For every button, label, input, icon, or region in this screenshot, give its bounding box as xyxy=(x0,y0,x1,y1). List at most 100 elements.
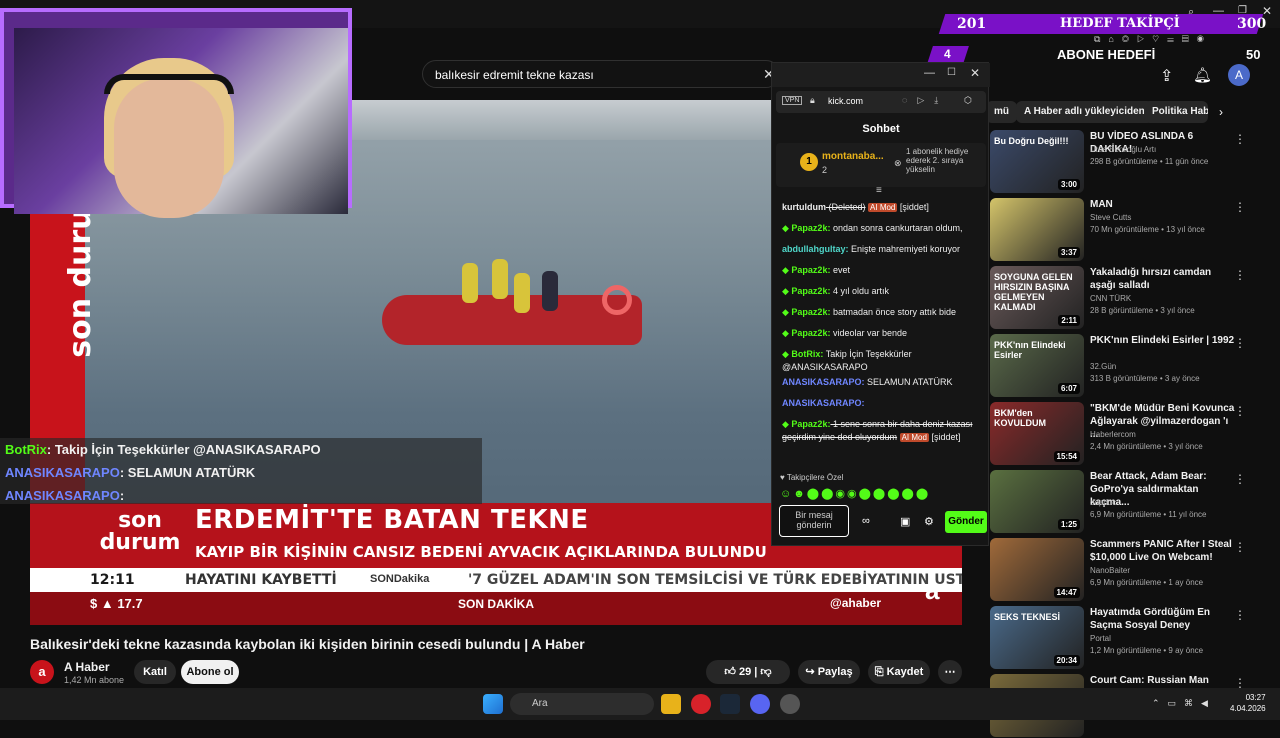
rec-item[interactable]: 1:25 Bear Attack, Adam Bear: GoPro'ya sal… xyxy=(990,470,1270,534)
file-explorer-icon[interactable] xyxy=(661,694,681,714)
clock[interactable]: 03:27 4.04.2026 xyxy=(1230,692,1266,714)
ai-mod-badge: AI Mod xyxy=(899,433,929,442)
chat-username[interactable]: Papaz2k: xyxy=(791,419,830,429)
app-icon[interactable] xyxy=(780,694,800,714)
rec-thumbnail[interactable]: BKM'den KOVULDUM 15:54 xyxy=(990,402,1084,465)
filter-icon[interactable]: ≡ xyxy=(876,185,882,196)
upload-icon[interactable]: ⇪ xyxy=(1160,66,1173,86)
save-button[interactable]: ⎘ Kaydet xyxy=(868,660,930,684)
maximize-icon[interactable]: ☐ xyxy=(947,67,956,78)
more-icon[interactable]: ⋮ xyxy=(1234,608,1246,622)
rec-channel[interactable]: dopdoc xyxy=(1090,498,1116,507)
rec-channel[interactable]: Portal xyxy=(1090,634,1111,643)
chat-username[interactable]: Papaz2k: xyxy=(791,265,830,275)
webcam-frame xyxy=(0,8,352,218)
emote-icon[interactable]: ∞ xyxy=(862,515,870,527)
more-icon[interactable]: ⋮ xyxy=(1234,336,1246,350)
gift-leaderboard[interactable]: 1 montanaba... 2 ⊗ 1 abonelik hediye ede… xyxy=(776,143,986,187)
rec-title[interactable]: MAN xyxy=(1090,198,1235,211)
chat-username[interactable]: Papaz2k: xyxy=(791,286,830,296)
channel-avatar[interactable]: a xyxy=(30,660,54,684)
chat-username[interactable]: ANASIKASARAPO: xyxy=(782,377,865,387)
gift-icon: ⊗ xyxy=(894,158,902,168)
more-icon[interactable]: ⋮ xyxy=(1234,472,1246,486)
rec-item[interactable]: Bu Doğru Değil!!! 3:00 BU VİDEO ASLINDA 6 … xyxy=(990,130,1270,194)
more-icon[interactable]: ⋮ xyxy=(1234,200,1246,214)
rec-title[interactable]: Scammers PANIC After I Steal $10,000 Liv… xyxy=(1090,538,1235,564)
chip-filter[interactable]: mü xyxy=(986,101,1017,123)
join-button[interactable]: Katıl xyxy=(134,660,176,684)
rec-title[interactable]: PKK'nın Elindeki Esirler | 1992 xyxy=(1090,334,1235,347)
chat-username[interactable]: kurtuldum xyxy=(782,202,826,212)
thumb-down-icon[interactable]: | 👎︎ xyxy=(751,666,771,678)
chevron-right-icon[interactable]: › xyxy=(1219,105,1223,119)
rec-thumbnail[interactable]: SOYGUNA GELEN HIRSIZIN BAŞINA GELMEYEN K… xyxy=(990,266,1084,329)
emote-bar[interactable]: ☺☻⬤⬤◉◉⬤⬤⬤⬤⬤ xyxy=(780,487,930,500)
moderation-reason: [şiddet] xyxy=(899,202,929,212)
rec-channel[interactable]: Haberlercom xyxy=(1090,430,1136,439)
rec-channel[interactable]: CNN TÜRK xyxy=(1090,294,1131,303)
rec-thumbnail[interactable]: 3:37 xyxy=(990,198,1084,261)
more-icon[interactable]: ⋯ xyxy=(938,660,962,684)
more-icon[interactable]: ⋮ xyxy=(1234,268,1246,282)
more-icon[interactable]: ⋮ xyxy=(1234,404,1246,418)
windows-start-icon[interactable] xyxy=(483,694,503,714)
rec-thumbnail[interactable]: SEKS TEKNESİ 20:34 xyxy=(990,606,1084,669)
search-input[interactable]: balıkesir edremit tekne kazası xyxy=(422,60,780,88)
store-icon[interactable]: ▣ xyxy=(900,515,910,528)
extension-icon[interactable]: ⬡ xyxy=(964,95,972,106)
rec-channel[interactable]: Uras Benlioğlu Artı xyxy=(1090,145,1156,154)
rec-title[interactable]: Yakaladığı hırsızı camdan aşağı salladı xyxy=(1090,266,1235,292)
channel-name[interactable]: A Haber xyxy=(64,660,110,674)
extension-icons[interactable]: ⧉⌂◎▷♡☰▤◉ xyxy=(1094,34,1274,48)
rec-thumb-text: SOYGUNA GELEN HIRSIZIN BAŞINA GELMEYEN K… xyxy=(994,272,1073,312)
chat-username[interactable]: Papaz2k: xyxy=(791,328,830,338)
gear-icon[interactable]: ⚙ xyxy=(924,515,934,528)
chip-filter[interactable]: Politika Hab xyxy=(1144,101,1208,123)
system-tray-icons[interactable]: ⌃▭⌘◀ xyxy=(1152,698,1216,709)
rec-item[interactable]: SOYGUNA GELEN HIRSIZIN BAŞINA GELMEYEN K… xyxy=(990,266,1270,330)
url-bar-icons[interactable]: ◌▷⤓ xyxy=(902,95,948,106)
rec-meta: 1,2 Mn görüntüleme • 9 ay önce xyxy=(1090,646,1204,655)
discord-icon[interactable] xyxy=(750,694,770,714)
more-icon[interactable]: ⋮ xyxy=(1234,540,1246,554)
overlay-chat-line: ANASIKASARAPO: SELAMUN ATATÜRK xyxy=(5,465,255,480)
vpn-badge[interactable]: VPN xyxy=(782,96,803,105)
rec-title[interactable]: Hayatımda Gördüğüm En Saçma Sosyal Deney xyxy=(1090,606,1235,632)
rec-item[interactable]: PKK'nın Elindeki Esirler 6:07 PKK'nın Elin… xyxy=(990,334,1270,398)
chat-username[interactable]: BotRix: xyxy=(791,349,823,359)
rec-meta: 6,9 Mn görüntüleme • 1 ay önce xyxy=(1090,578,1204,587)
rec-channel[interactable]: Steve Cutts xyxy=(1090,213,1131,222)
rec-item[interactable]: SEKS TEKNESİ 20:34 Hayatımda Gördüğüm En S… xyxy=(990,606,1270,670)
rec-thumbnail[interactable]: Bu Doğru Değil!!! 3:00 xyxy=(990,130,1084,193)
steam-icon[interactable] xyxy=(720,694,740,714)
send-button[interactable]: Gönder xyxy=(945,511,987,533)
close-icon[interactable]: ✕ xyxy=(970,66,980,80)
chat-username[interactable]: abdullahgultay: xyxy=(782,244,849,254)
rec-thumbnail[interactable]: PKK'nın Elindeki Esirler 6:07 xyxy=(990,334,1084,397)
subscribe-button[interactable]: Abone ol xyxy=(181,660,239,684)
rec-thumbnail[interactable]: 14:47 xyxy=(990,538,1084,601)
minimize-icon[interactable]: — xyxy=(924,67,935,79)
bell-icon[interactable]: 🔔︎ xyxy=(1193,66,1212,84)
rec-channel[interactable]: 32.Gün xyxy=(1090,362,1116,371)
chat-username[interactable]: Papaz2k: xyxy=(791,223,830,233)
avatar[interactable]: A xyxy=(1228,64,1250,86)
taskbar-search[interactable]: Ara xyxy=(510,693,654,715)
rec-channel[interactable]: NanoBaiter xyxy=(1090,566,1130,575)
like-button[interactable]: 👍︎ 29 | 👎︎ xyxy=(706,660,790,684)
chat-username[interactable]: Papaz2k: xyxy=(791,307,830,317)
more-icon[interactable]: ⋮ xyxy=(1234,132,1246,146)
popup-url-bar[interactable]: VPN 🔒︎ kick.com ◌▷⤓ ⬡ xyxy=(776,91,986,113)
rec-item[interactable]: 14:47 Scammers PANIC After I Steal $10,00… xyxy=(990,538,1270,602)
chip-filter[interactable]: A Haber adlı yükleyiciden xyxy=(1016,101,1153,123)
chat-username[interactable]: ANASIKASARAPO: xyxy=(782,398,865,408)
share-button[interactable]: ↪ Paylaş xyxy=(798,660,860,684)
rec-thumbnail[interactable]: 1:25 xyxy=(990,470,1084,533)
opera-icon[interactable] xyxy=(691,694,711,714)
chat-input[interactable]: Bir mesaj gönderin xyxy=(779,505,849,537)
rec-item[interactable]: 3:37 MAN Steve Cutts 70 Mn görüntüleme • 13… xyxy=(990,198,1270,262)
rec-item[interactable]: BKM'den KOVULDUM 15:54 "BKM'de Müdür Beni … xyxy=(990,402,1270,466)
overlay-chat-text: : xyxy=(119,488,125,503)
popup-url[interactable]: kick.com xyxy=(828,96,863,106)
